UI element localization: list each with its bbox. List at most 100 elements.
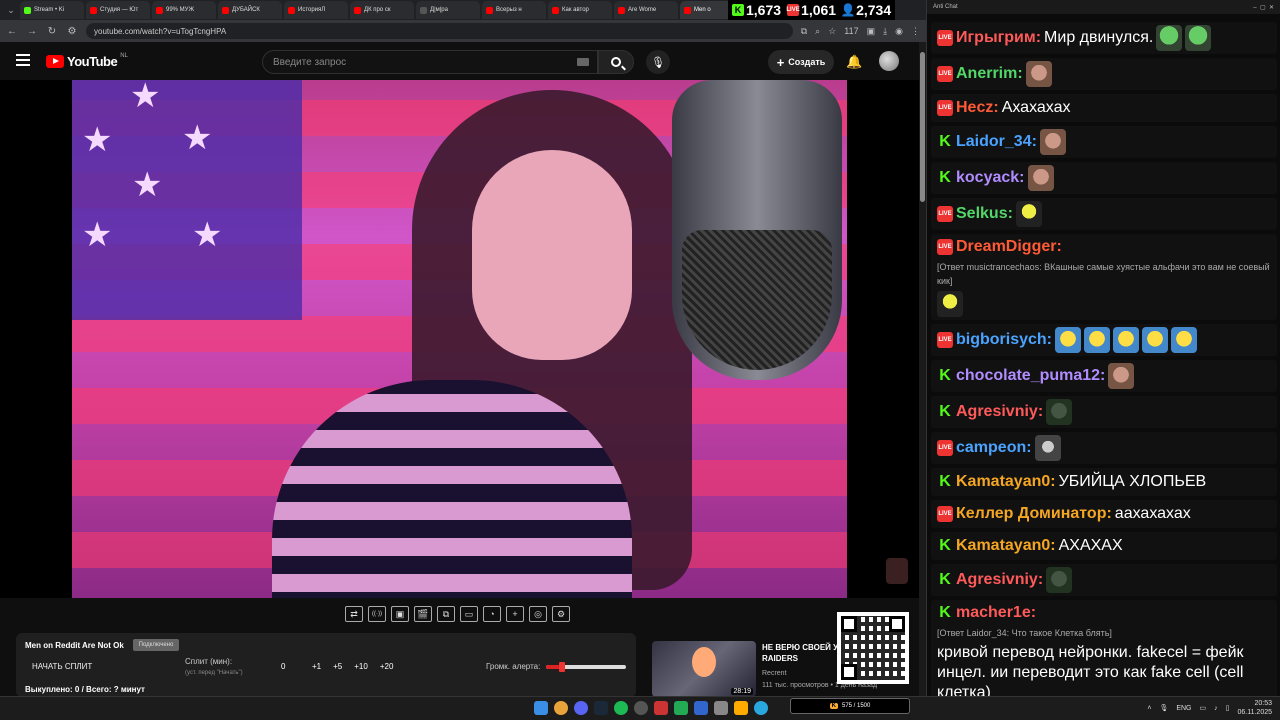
hamburger-icon[interactable] (16, 54, 30, 66)
browser-tab[interactable]: 99% МУЖ (152, 1, 216, 19)
chat-username[interactable]: Kamatayan0: (956, 472, 1056, 492)
tab-search-icon[interactable]: ⌄ (4, 3, 18, 17)
tray-arrow-icon[interactable]: ˄ (1147, 705, 1151, 712)
split-video-title: Men on Reddit Are Not Ok (25, 641, 124, 650)
chat-username[interactable]: Laidor_34: (956, 132, 1037, 152)
app-icon[interactable] (674, 701, 688, 715)
increment-button[interactable]: +10 (354, 662, 368, 671)
chat-username[interactable]: macher1e: (956, 603, 1036, 623)
split-value[interactable]: 0 (281, 662, 285, 671)
create-button[interactable]: + Создать (768, 50, 834, 74)
chat-username[interactable]: Игрыгрим: (956, 28, 1041, 48)
spotify-icon[interactable] (614, 701, 628, 715)
extension-badge[interactable]: 117 (844, 26, 858, 37)
chat-username[interactable]: Selkus: (956, 204, 1013, 224)
reload-icon[interactable]: ↻ (46, 25, 58, 37)
tab-label: Студия — Ют (100, 7, 139, 13)
settings-icon[interactable]: ⚙ (552, 606, 570, 622)
emote-pepe-icon (1156, 25, 1183, 51)
picture-in-picture-icon[interactable]: ⧉ (437, 606, 455, 622)
account-avatar[interactable] (879, 51, 899, 71)
app-icon[interactable] (714, 701, 728, 715)
battery-icon[interactable]: ▯ (1226, 704, 1230, 712)
browser-tab[interactable]: Д|м|ра (416, 1, 480, 19)
scrollbar-thumb[interactable] (920, 52, 925, 202)
camera-icon[interactable]: ◎ (529, 606, 547, 622)
chrome-icon[interactable] (554, 701, 568, 715)
video-frame[interactable]: ★ ★ ★ ★ ★ ★ (72, 80, 847, 598)
profile-icon[interactable]: ◉ (895, 26, 903, 37)
chat-username[interactable]: Agresivniy: (956, 570, 1043, 590)
increment-button[interactable]: +1 (312, 662, 321, 671)
add-clip-icon[interactable]: + (506, 606, 524, 622)
bookmark-icon[interactable]: ☆ (828, 26, 836, 37)
browser-tab[interactable]: Как автор (548, 1, 612, 19)
language-indicator[interactable]: ENG (1176, 705, 1191, 712)
keyboard-icon[interactable] (577, 58, 589, 66)
increment-button[interactable]: +5 (333, 662, 342, 671)
chat-username[interactable]: chocolate_puma12: (956, 366, 1105, 386)
live-badge-icon: LIVE (937, 206, 953, 222)
clock[interactable]: 20:53 06.11.2025 (1237, 699, 1272, 717)
chat-username[interactable]: Келлер Доминатор: (956, 504, 1112, 524)
screenshot-icon[interactable]: ▣ (391, 606, 409, 622)
chat-username[interactable]: bigborisych: (956, 330, 1052, 350)
search-button[interactable] (598, 50, 634, 74)
install-icon[interactable]: ⧉ (801, 26, 807, 37)
app-icon[interactable] (694, 701, 708, 715)
browser-tab[interactable]: Всерыз н (482, 1, 546, 19)
start-split-button[interactable]: НАЧАТЬ СПЛИТ (32, 662, 92, 671)
app-icon[interactable] (734, 701, 748, 715)
forward-icon[interactable]: → (26, 25, 38, 37)
page-scrollbar[interactable] (919, 42, 926, 696)
site-info-icon[interactable]: ⚙ (66, 25, 78, 37)
increment-button[interactable]: +20 (380, 662, 394, 671)
puzzle-icon[interactable]: ▣ (867, 26, 876, 37)
browser-tab[interactable]: Студия — Ют (86, 1, 150, 19)
kick-count: 1,673 (746, 2, 782, 18)
kick-badge-icon: K (939, 571, 951, 588)
chat-username[interactable]: Hecz: (956, 98, 999, 118)
download-icon[interactable]: ⤓ (883, 26, 887, 37)
broadcast-icon[interactable]: ((·)) (368, 606, 386, 622)
notifications-bell-icon[interactable]: 🔔 (846, 54, 862, 70)
browser-tab[interactable]: Stream • Ki (20, 1, 84, 19)
theater-icon[interactable]: ▭ (460, 606, 478, 622)
discord-icon[interactable] (574, 701, 588, 715)
recommended-thumbnail[interactable]: 28:19 (652, 641, 756, 697)
browser-tab[interactable]: Are Wome (614, 1, 678, 19)
chat-username[interactable]: campeon: (956, 438, 1032, 458)
steam-icon[interactable] (594, 701, 608, 715)
zoom-icon[interactable]: ⌕ (815, 26, 820, 37)
search-input[interactable]: Введите запрос (262, 50, 598, 74)
start-icon[interactable] (534, 701, 548, 715)
chat-username[interactable]: Kamatayan0: (956, 536, 1056, 556)
recommended-title[interactable]: НЕ ВЕРЮ СВОЕЙ У RAIDERS (762, 642, 842, 664)
chat-username[interactable]: Anerrim: (956, 64, 1023, 84)
network-icon[interactable]: ▭ (1200, 704, 1207, 712)
slider-thumb[interactable] (559, 662, 565, 672)
chat-username[interactable]: DreamDigger: (956, 237, 1062, 257)
voice-search-icon[interactable]: 🎙 (646, 50, 670, 74)
browser-tab[interactable]: ДУБАЙСК (218, 1, 282, 19)
obs-icon[interactable] (634, 701, 648, 715)
browser-tab[interactable]: ДК про ск (350, 1, 414, 19)
window-controls[interactable]: – ▢ ✕ (1253, 4, 1274, 11)
mic-tray-icon[interactable]: 🎙 (1159, 704, 1168, 712)
url-field[interactable]: youtube.com/watch?v=uTogTcngHPA (86, 23, 793, 39)
clapper-icon[interactable]: 🎬 (414, 606, 432, 622)
loop-icon[interactable]: ⇄ (345, 606, 363, 622)
youtube-logo[interactable]: YouTube NL (46, 53, 128, 69)
speed-icon[interactable]: ◔ (483, 606, 501, 622)
video-player[interactable]: ★ ★ ★ ★ ★ ★ (0, 80, 919, 598)
alert-volume-slider[interactable] (546, 662, 626, 672)
back-icon[interactable]: ← (6, 25, 18, 37)
telegram-icon[interactable] (754, 701, 768, 715)
volume-icon[interactable]: ♪ (1214, 705, 1218, 712)
menu-icon[interactable]: ⋮ (911, 26, 920, 37)
browser-tab[interactable]: ИсторияЛ (284, 1, 348, 19)
chat-username[interactable]: Agresivniy: (956, 402, 1043, 422)
chat-username[interactable]: kocyack: (956, 168, 1025, 188)
app-icon[interactable] (654, 701, 668, 715)
recommended-channel[interactable]: Recrent (762, 670, 787, 677)
